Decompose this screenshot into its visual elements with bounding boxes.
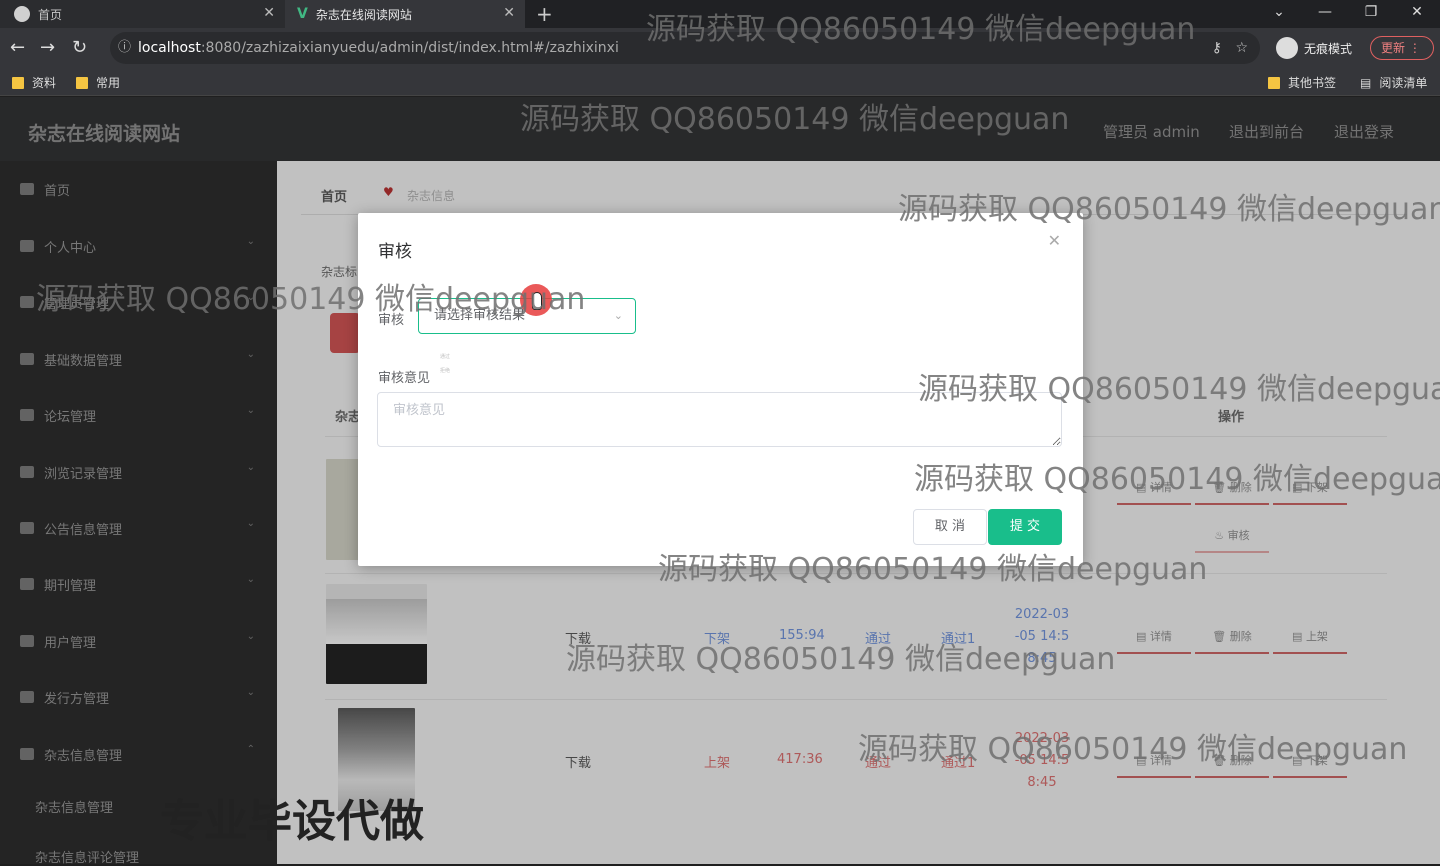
- incognito-indicator[interactable]: 无痕模式: [1276, 36, 1352, 60]
- bookmark-label: 常用: [96, 76, 121, 90]
- select-placeholder: 请选择审核结果: [434, 308, 526, 323]
- bookmark-label: 其他书签: [1288, 76, 1337, 90]
- cancel-button[interactable]: 取 消: [913, 509, 987, 545]
- bookmark-folder[interactable]: 资料: [12, 74, 56, 91]
- select-option[interactable]: 通过: [440, 353, 450, 360]
- url-field[interactable]: ⓘ localhost:8080/zazhizaixianyuedu/admin…: [110, 32, 1260, 64]
- info-icon[interactable]: ⓘ: [118, 32, 131, 64]
- reading-list-icon: ▤: [1360, 75, 1372, 90]
- new-tab-icon[interactable]: +: [536, 2, 553, 26]
- restore-icon[interactable]: ❐: [1348, 0, 1394, 28]
- incognito-label: 无痕模式: [1304, 41, 1353, 56]
- submit-button[interactable]: 提 交: [988, 509, 1062, 545]
- back-icon[interactable]: ←: [10, 37, 25, 58]
- dialog-title: 审核: [378, 242, 412, 262]
- forward-icon[interactable]: →: [40, 37, 55, 58]
- folder-icon: [76, 76, 88, 89]
- globe-icon: [14, 6, 30, 22]
- pointer-cursor-icon: [520, 284, 552, 316]
- folder-icon: [1268, 76, 1280, 89]
- bookmark-label: 资料: [32, 76, 57, 90]
- close-tab-icon[interactable]: ✕: [263, 5, 275, 21]
- tab-title: 首页: [38, 7, 63, 22]
- folder-icon: [12, 76, 24, 89]
- url-host: localhost: [138, 40, 201, 56]
- tab-title: 杂志在线阅读网站: [315, 7, 412, 22]
- address-bar: ← → ↻ ⓘ localhost:8080/zazhizaixianyuedu…: [0, 28, 1440, 68]
- window-controls: ⌄ — ❐ ✕: [1256, 0, 1440, 28]
- star-icon[interactable]: ☆: [1235, 32, 1248, 64]
- close-icon[interactable]: ✕: [1048, 231, 1061, 250]
- close-window-icon[interactable]: ✕: [1394, 0, 1440, 28]
- bookmark-label: 阅读清单: [1379, 76, 1428, 90]
- bookmarks-bar: 资料 常用 其他书签 ▤ 阅读清单: [0, 68, 1440, 96]
- browser-tabbar: 首页 ✕ V 杂志在线阅读网站 ✕ + ⌄ — ❐ ✕: [0, 0, 1440, 28]
- key-icon[interactable]: ⚷: [1212, 32, 1222, 64]
- select-option[interactable]: 拒绝: [440, 367, 450, 374]
- close-tab-icon[interactable]: ✕: [503, 5, 515, 21]
- minimize-icon[interactable]: —: [1302, 0, 1348, 28]
- hand-cursor-icon: [532, 292, 542, 310]
- incognito-icon: [1276, 37, 1298, 59]
- bookmark-folder-other[interactable]: 其他书签: [1268, 74, 1336, 91]
- review-dialog: 审核 ✕ 审核 请选择审核结果 ⌄ 通过 拒绝 审核意见 取 消 提 交: [358, 213, 1083, 566]
- reload-icon[interactable]: ↻: [72, 37, 87, 58]
- chevron-down-icon[interactable]: ⌄: [1256, 0, 1302, 28]
- vue-icon: V: [297, 6, 308, 22]
- chevron-down-icon: ⌄: [613, 309, 623, 322]
- browser-tab-home[interactable]: 首页 ✕: [0, 0, 285, 28]
- opinion-label: 审核意见: [378, 371, 431, 386]
- update-label: 更新: [1381, 41, 1406, 55]
- update-button[interactable]: 更新 ⋮: [1370, 36, 1434, 60]
- reading-list[interactable]: ▤ 阅读清单: [1360, 74, 1427, 91]
- url-path: :8080/zazhizaixianyuedu/admin/dist/index…: [200, 40, 619, 56]
- review-label: 审核: [378, 313, 405, 328]
- browser-tab-active[interactable]: V 杂志在线阅读网站 ✕: [285, 0, 525, 28]
- bookmark-folder[interactable]: 常用: [76, 74, 120, 91]
- opinion-textarea[interactable]: [377, 392, 1062, 447]
